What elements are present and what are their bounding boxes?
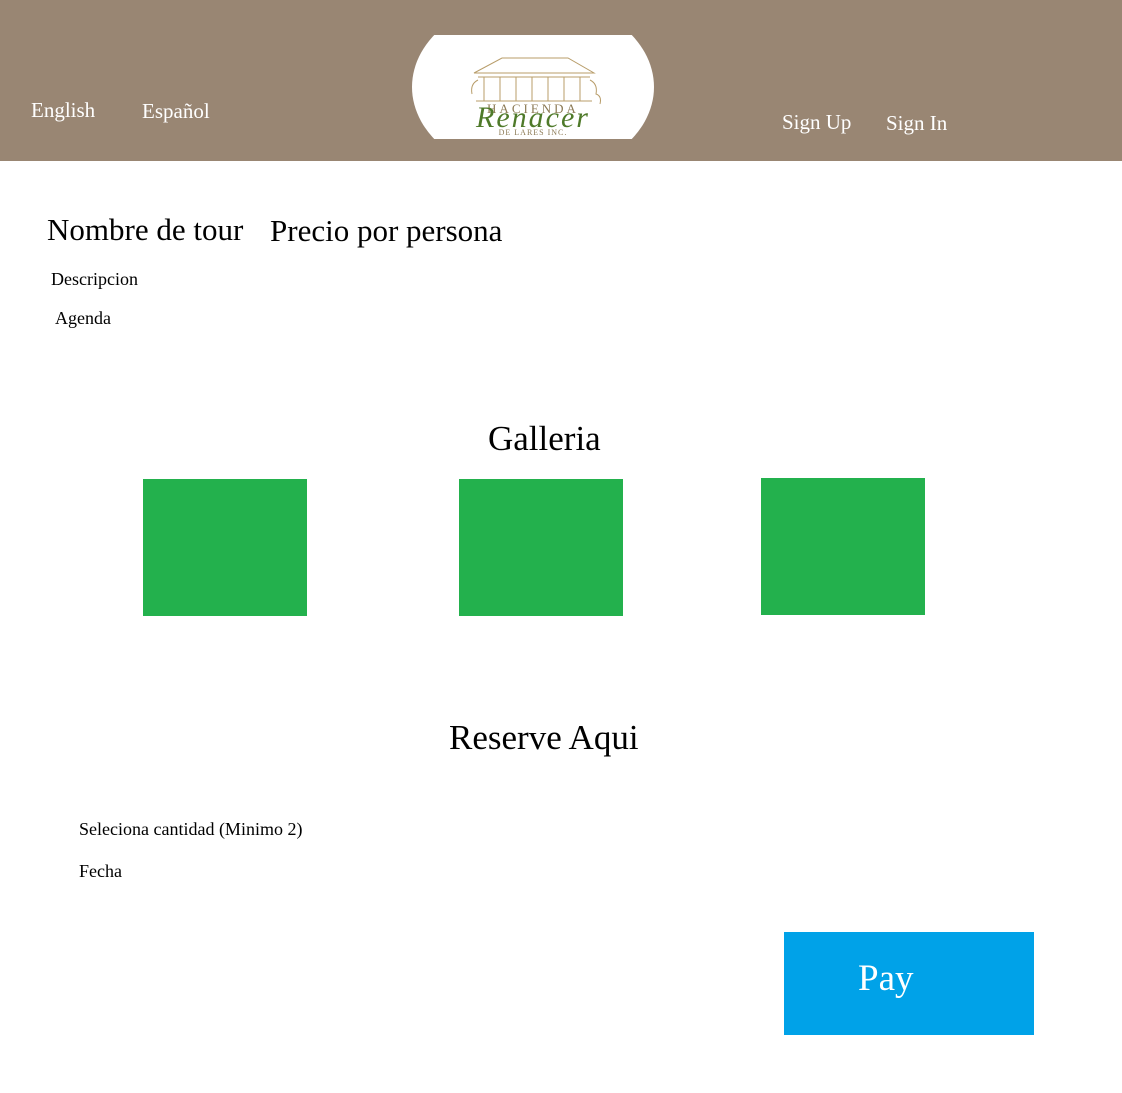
gallery-image-3[interactable]: [761, 478, 925, 615]
pay-button[interactable]: Pay: [784, 932, 1034, 1035]
language-spanish-link[interactable]: Español: [142, 101, 210, 122]
hacienda-building-icon: [471, 57, 601, 105]
logo-lares-text: DE LARES INC.: [499, 128, 568, 137]
quantity-label: Seleciona cantidad (Minimo 2): [79, 819, 303, 839]
gallery-image-2[interactable]: [459, 479, 623, 616]
tour-price: Precio por persona: [270, 213, 503, 248]
pay-button-label: Pay: [858, 958, 914, 999]
tour-description: Descripcion: [51, 269, 138, 289]
gallery-image-1[interactable]: [143, 479, 307, 616]
sign-up-link[interactable]: Sign Up: [782, 112, 851, 133]
tour-name: Nombre de tour: [47, 212, 244, 247]
sign-in-link[interactable]: Sign In: [886, 113, 947, 134]
language-english-link[interactable]: English: [31, 100, 95, 121]
reserve-title: Reserve Aqui: [449, 718, 639, 757]
gallery-title: Galleria: [488, 419, 601, 458]
logo-graphic: HACIENDA Renacer DE LARES INC.: [471, 57, 601, 137]
site-header: English Español HACIENDA Renacer DE LARE…: [0, 0, 1122, 161]
tour-agenda: Agenda: [55, 308, 111, 328]
hacienda-logo[interactable]: HACIENDA Renacer DE LARES INC.: [412, 35, 654, 139]
date-label: Fecha: [79, 861, 122, 881]
